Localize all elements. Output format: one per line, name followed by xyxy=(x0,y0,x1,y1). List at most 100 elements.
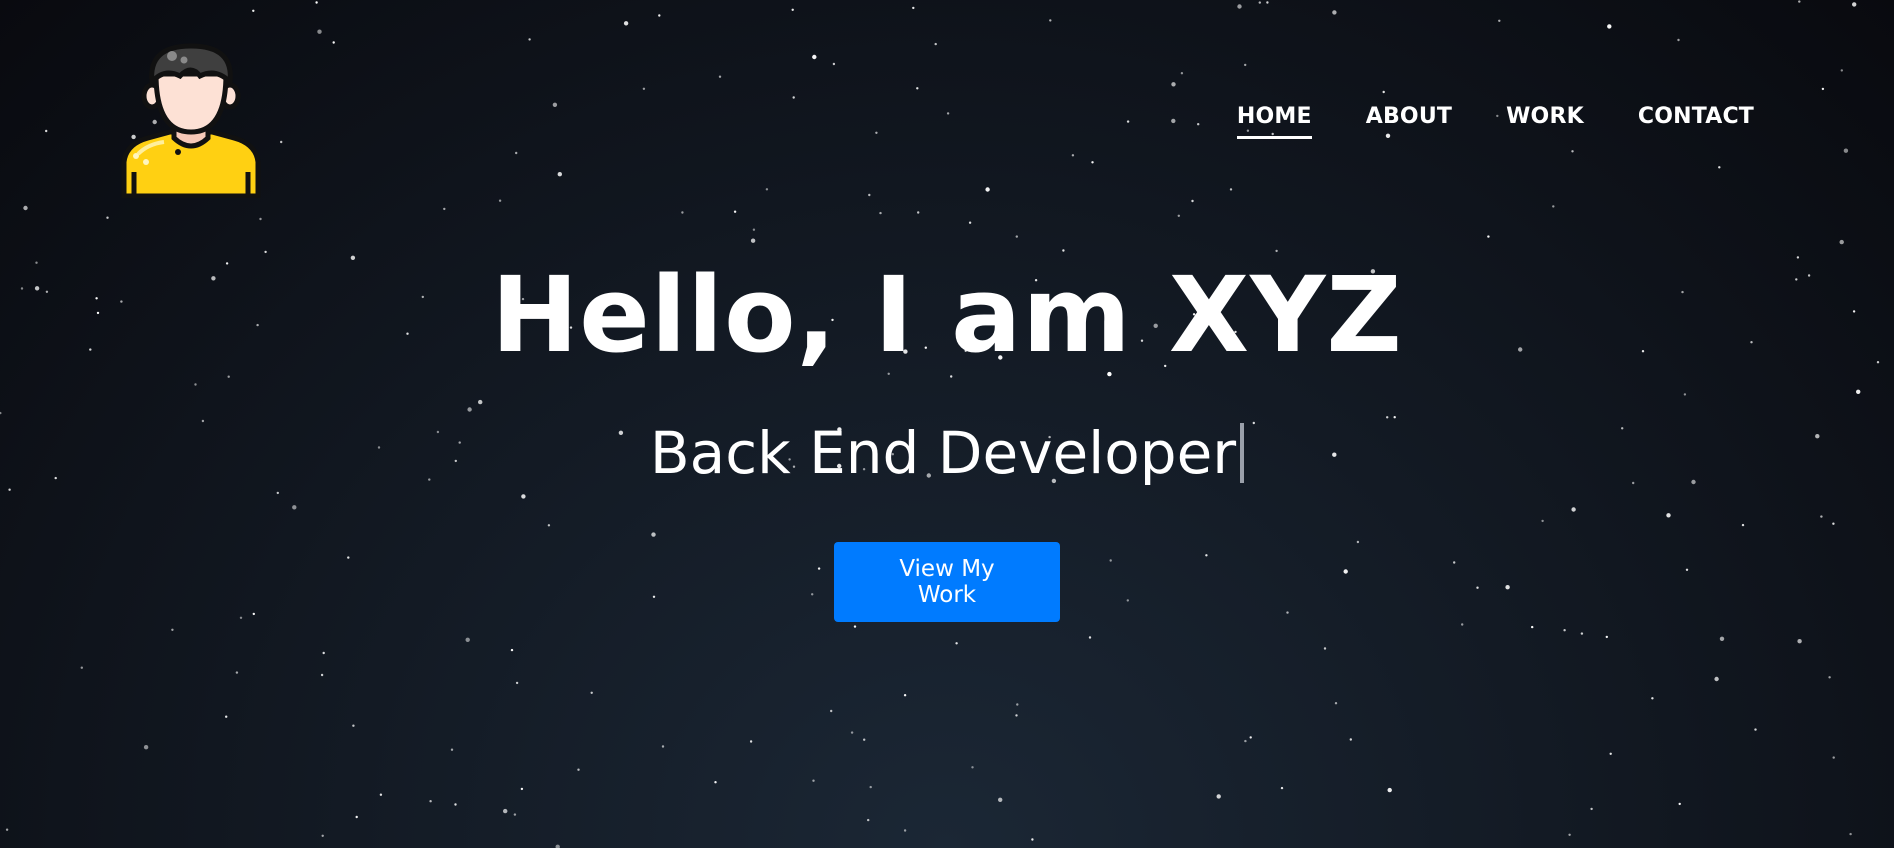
star xyxy=(5,828,9,831)
star xyxy=(1531,625,1534,629)
star xyxy=(985,187,990,192)
star xyxy=(322,651,325,655)
star xyxy=(968,221,972,224)
star xyxy=(1677,38,1680,42)
star xyxy=(1229,188,1233,191)
star xyxy=(1091,161,1094,164)
star xyxy=(315,1,318,4)
star xyxy=(1088,636,1092,639)
star xyxy=(1821,87,1825,91)
star xyxy=(1552,205,1555,208)
star xyxy=(749,740,753,743)
star xyxy=(765,188,769,191)
star xyxy=(1237,4,1242,9)
star xyxy=(830,709,833,713)
star xyxy=(1678,802,1681,806)
star xyxy=(917,211,920,214)
star xyxy=(443,207,446,211)
star xyxy=(1828,676,1831,679)
star xyxy=(733,210,737,213)
star xyxy=(1244,739,1247,743)
star xyxy=(454,803,457,806)
nav-item-contact[interactable]: CONTACT xyxy=(1638,104,1754,139)
star xyxy=(513,813,517,816)
star xyxy=(1031,838,1034,841)
star xyxy=(515,151,518,155)
nav-item-work[interactable]: WORK xyxy=(1506,104,1584,139)
star xyxy=(450,748,454,751)
star xyxy=(498,199,502,202)
star xyxy=(1280,786,1284,790)
star xyxy=(642,87,646,91)
star xyxy=(1323,647,1327,650)
star xyxy=(1177,214,1181,217)
star xyxy=(552,102,558,108)
star xyxy=(868,193,871,197)
star xyxy=(1852,2,1857,7)
star xyxy=(916,87,919,90)
star xyxy=(590,691,593,694)
star xyxy=(1832,756,1835,759)
nav-item-about[interactable]: ABOUT xyxy=(1366,104,1452,139)
nav-item-home[interactable]: HOME xyxy=(1236,104,1312,139)
star xyxy=(503,808,508,814)
star xyxy=(1334,702,1338,705)
star xyxy=(23,205,28,211)
star xyxy=(235,671,239,674)
star xyxy=(45,129,48,133)
star xyxy=(355,815,358,819)
star xyxy=(1197,123,1200,126)
star xyxy=(320,673,324,677)
star xyxy=(1249,736,1252,739)
star xyxy=(1487,235,1490,238)
star xyxy=(1171,118,1176,124)
typing-cursor-icon xyxy=(1240,423,1245,483)
star xyxy=(1798,0,1801,3)
star xyxy=(1244,63,1247,67)
star xyxy=(1071,154,1075,157)
star xyxy=(321,834,324,837)
star xyxy=(903,694,907,697)
star xyxy=(352,724,355,727)
star xyxy=(106,216,109,219)
star xyxy=(1580,632,1584,635)
star xyxy=(1015,235,1018,238)
star xyxy=(867,818,870,822)
developer-avatar-icon[interactable] xyxy=(118,42,264,198)
main-nav: HOME ABOUT WORK CONTACT xyxy=(1236,104,1754,139)
star xyxy=(1568,833,1571,836)
star xyxy=(252,9,255,12)
hero-title: Hello, I am XYZ xyxy=(491,254,1403,376)
star xyxy=(853,625,857,628)
star xyxy=(577,768,580,771)
star xyxy=(812,779,815,782)
star xyxy=(1563,629,1566,632)
star xyxy=(998,797,1003,802)
view-my-work-button[interactable]: View My Work xyxy=(834,542,1060,622)
star xyxy=(510,648,514,652)
star xyxy=(1015,714,1018,717)
star xyxy=(1590,807,1593,811)
star xyxy=(1797,639,1802,644)
star xyxy=(971,766,974,769)
star xyxy=(912,6,915,10)
star xyxy=(1191,199,1194,203)
star xyxy=(528,38,531,41)
star xyxy=(1126,120,1130,123)
star xyxy=(661,745,665,748)
hero-section: Hello, I am XYZ Back End Developer View … xyxy=(0,250,1894,622)
star xyxy=(280,140,283,144)
star xyxy=(1840,69,1844,72)
star xyxy=(465,637,470,642)
star xyxy=(520,787,524,791)
star xyxy=(869,785,872,789)
star xyxy=(718,75,722,78)
star xyxy=(1349,738,1353,741)
star xyxy=(225,715,228,718)
star xyxy=(1714,676,1719,682)
star xyxy=(1258,1,1262,4)
star xyxy=(714,781,717,784)
star xyxy=(1754,728,1757,731)
star xyxy=(812,54,817,60)
star xyxy=(1718,166,1721,169)
